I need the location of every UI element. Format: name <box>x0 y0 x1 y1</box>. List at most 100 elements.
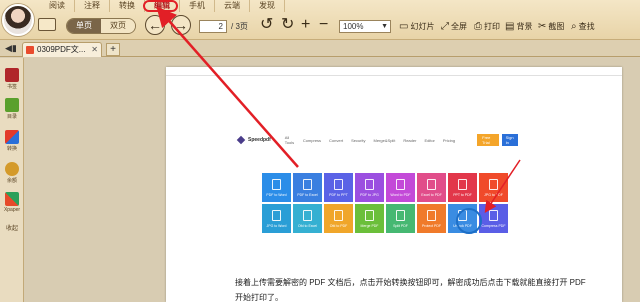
sidebar-item-contents[interactable]: 目录 <box>0 98 24 120</box>
scissors-icon: ✂ <box>538 21 547 32</box>
tool-tile-label: JPG to PDF <box>484 193 503 197</box>
menu-tab-discover[interactable]: 发现 <box>250 0 285 12</box>
next-page-icon[interactable]: → <box>171 15 191 35</box>
tool-tile-label: PDF to Excel <box>297 193 318 197</box>
slideshow-button[interactable]: ▭ 幻灯片 <box>399 22 434 32</box>
sidebar-label: 余额 <box>6 178 17 184</box>
site-logo-text: Speedpdf <box>248 137 271 143</box>
tool-tile-label: Ofd to Excel <box>297 224 318 228</box>
menu-tab-cloud[interactable]: 云端 <box>215 0 250 12</box>
sidebar-item-collapse[interactable]: 收起 <box>0 222 24 232</box>
bookmark-icon <box>5 68 19 82</box>
nav-link: Merge&Split <box>373 137 396 143</box>
free-trial-badge: Free Trial <box>477 134 499 146</box>
tool-tile-label: PDF to Word <box>266 193 287 197</box>
document-icon <box>489 179 498 190</box>
zoom-select[interactable]: 100% ▼ <box>339 20 391 33</box>
tool-tile-label: Compress PDF <box>481 224 506 228</box>
site-nav: Speedpdf All Tools Compress Convert Secu… <box>236 134 518 146</box>
tool-tile-label: Merge PDF <box>360 224 379 228</box>
coin-icon <box>5 162 19 176</box>
tool-tile-label: Excel to PDF <box>421 193 442 197</box>
collapse-panel-icon[interactable]: ◀▮ <box>5 43 17 54</box>
slideshow-icon: ▭ <box>399 21 409 32</box>
tool-tile: PPT to PDF <box>448 173 477 202</box>
document-tab-title: 0309PDF文... <box>37 45 86 54</box>
zoom-out-icon[interactable]: − <box>319 15 328 35</box>
print-label: 打印 <box>484 22 500 31</box>
print-button[interactable]: ⎙ 打印 <box>474 22 500 32</box>
sidebar-label: 收起 <box>5 226 18 232</box>
search-icon: ⌕ <box>571 21 577 32</box>
sidebar-label: 转换 <box>6 146 17 152</box>
document-icon <box>334 210 343 221</box>
tool-tile-label: JPG to Word <box>266 224 287 228</box>
rotate-left-icon[interactable]: ↺ <box>260 15 273 35</box>
find-button[interactable]: ⌕ 查找 <box>571 22 595 32</box>
tool-tile-label: Split PDF <box>393 224 408 228</box>
close-icon[interactable]: ✕ <box>91 43 98 56</box>
rotate-right-icon[interactable]: ↻ <box>281 15 294 35</box>
pdf-page: Speedpdf All Tools Compress Convert Secu… <box>166 67 622 302</box>
nav-link: Security <box>351 137 366 143</box>
sidebar-item-bookmarks[interactable]: 书签 <box>0 68 24 90</box>
tool-tile: JPG to PDF <box>479 173 508 202</box>
document-icon <box>303 179 312 190</box>
open-folder-icon[interactable] <box>38 18 56 31</box>
sign-in-badge: Sign In <box>501 134 518 146</box>
unlock-highlight-circle <box>456 208 482 234</box>
tool-tile: Protect PDF <box>417 204 446 233</box>
document-tab-bar: ◀▮ 0309PDF文... ✕ + <box>0 40 640 57</box>
document-icon <box>427 210 436 221</box>
document-icon <box>365 210 374 221</box>
tool-tile: Word to PDF <box>386 173 415 202</box>
tool-tile: Split PDF <box>386 204 415 233</box>
zoom-in-icon[interactable]: + <box>301 15 310 35</box>
document-icon <box>303 210 312 221</box>
avatar[interactable] <box>2 4 34 36</box>
sidebar-item-convert[interactable]: 转换 <box>0 130 24 152</box>
previous-page-icon[interactable]: ← <box>145 15 165 35</box>
add-tab-button[interactable]: + <box>106 43 120 56</box>
left-sidebar: 书签 目录 转换 余额 Xpaper 收起 <box>0 58 24 302</box>
zoom-value: 100% <box>343 22 364 31</box>
nav-link: Pricing <box>442 137 456 143</box>
tool-tile-label: Protect PDF <box>421 224 442 228</box>
nav-link: Convert <box>329 137 344 143</box>
find-label: 查找 <box>578 22 595 31</box>
highlight-circle <box>143 0 178 12</box>
document-icon <box>272 179 281 190</box>
slideshow-label: 幻灯片 <box>410 22 435 31</box>
background-button[interactable]: ▤ 背景 <box>505 22 532 32</box>
print-icon: ⎙ <box>474 21 482 32</box>
menu-tab-convert[interactable]: 转换 <box>110 0 145 12</box>
tool-tile: PDF to JPG <box>355 173 384 202</box>
menu-tab-read[interactable]: 阅读 <box>40 0 75 12</box>
sidebar-label: Xpaper <box>3 207 21 213</box>
sidebar-label: 目录 <box>6 114 17 120</box>
tool-tile: Excel to PDF <box>417 173 446 202</box>
fullscreen-button[interactable]: ⤢ 全屏 <box>441 22 467 32</box>
top-toolbar: 阅读 注释 转换 编辑 手机 云端 发现 单页 双页 ← → 2 / 3页 ↺ … <box>0 0 640 40</box>
single-page-button[interactable]: 单页 <box>67 19 101 33</box>
fullscreen-label: 全屏 <box>451 22 467 31</box>
double-page-button[interactable]: 双页 <box>101 19 135 33</box>
convert-icon <box>5 130 19 144</box>
menu-tab-mobile[interactable]: 手机 <box>180 0 215 12</box>
tool-tile: Ofd to Excel <box>293 204 322 233</box>
site-logo: Speedpdf <box>236 135 271 145</box>
nav-link: All Tools <box>284 135 295 145</box>
menu-tab-annotate[interactable]: 注释 <box>75 0 110 12</box>
tool-tile-label: PDF to PPT <box>329 193 348 197</box>
nav-link: Editor <box>424 137 435 143</box>
view-mode-toggle: 单页 双页 <box>66 18 136 34</box>
sidebar-label: 书签 <box>6 84 17 90</box>
sidebar-item-xpaper[interactable]: Xpaper <box>0 192 24 213</box>
document-tab[interactable]: 0309PDF文... ✕ <box>22 42 102 57</box>
tool-tile: PDF to Word <box>262 173 291 202</box>
page-number-input[interactable]: 2 <box>199 20 227 33</box>
sidebar-item-balance[interactable]: 余额 <box>0 162 24 184</box>
screenshot-label: 截图 <box>548 22 565 31</box>
tool-tile-label: PDF to JPG <box>360 193 379 197</box>
screenshot-button[interactable]: ✂ 截图 <box>538 22 564 32</box>
